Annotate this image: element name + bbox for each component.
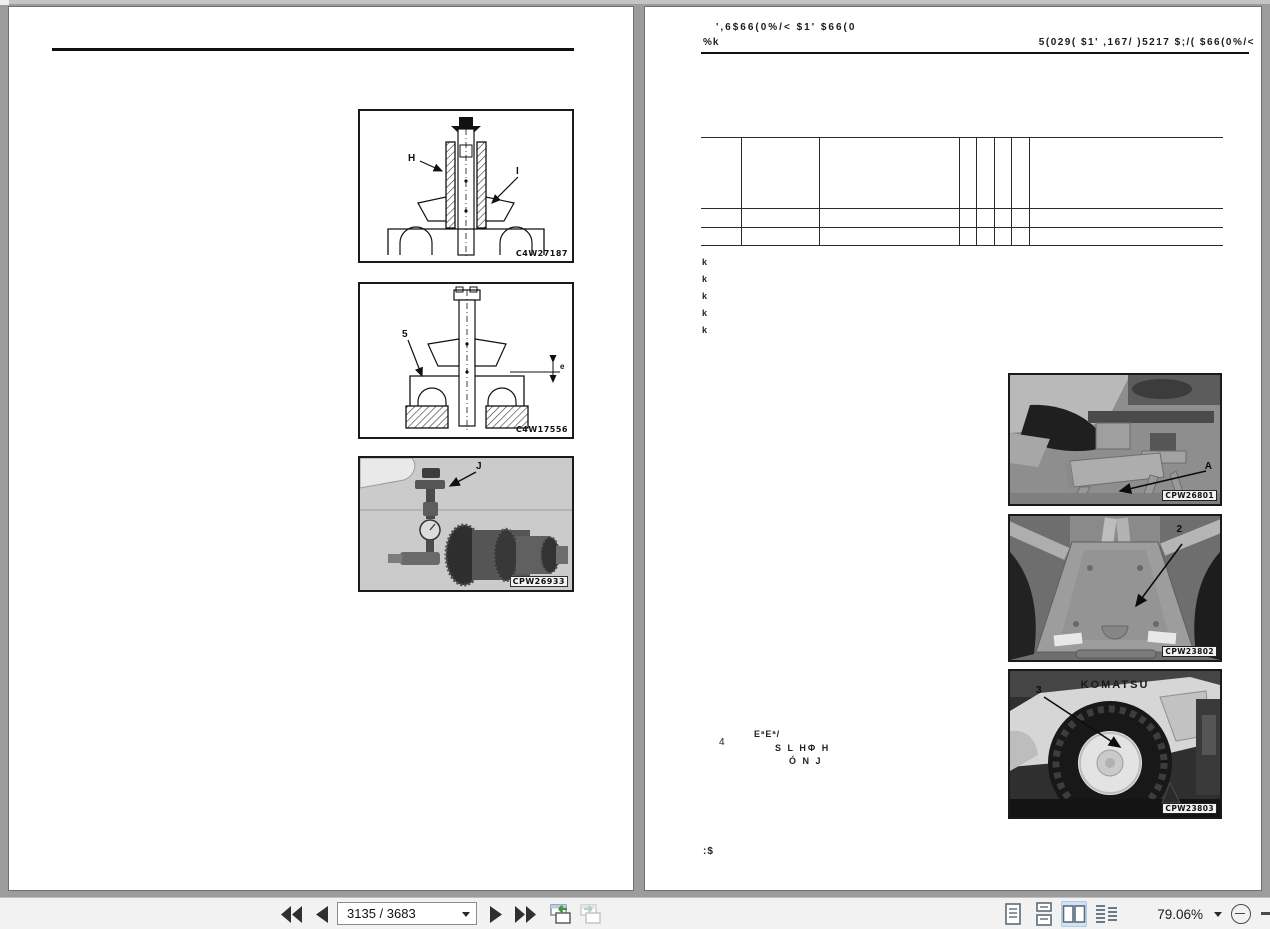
double-left-triangle-icon <box>281 905 302 923</box>
figure-clearance-diagram: 5 e C4W17556 <box>358 282 574 439</box>
previous-view-button[interactable] <box>547 898 573 929</box>
figure-label: 5 <box>402 329 408 340</box>
figure-code: C4W27187 <box>515 249 568 258</box>
figure-pressure-gauge-photo: J CPW26933 <box>358 456 574 592</box>
continuous-view-button[interactable] <box>1031 901 1057 927</box>
figure-label: J <box>476 461 482 472</box>
next-view-icon <box>580 904 601 924</box>
page-number-input[interactable] <box>338 903 465 924</box>
left-triangle-icon <box>316 905 328 923</box>
document-page-right: ',6$66(0%/< $1' $66(0 %k 5(029( $1' ,167… <box>644 6 1262 891</box>
page-header-section-title: 5(029( $1' ,167/ )5217 $;/( $66(0%/< <box>1038 37 1255 48</box>
top-strip <box>0 0 1270 4</box>
technical-drawing-icon <box>405 286 560 432</box>
photo-undercarriage <box>1010 375 1220 504</box>
footer-note: :$ <box>703 846 714 857</box>
pdf-viewer-canvas: H I C4W27187 5 e C4W17556 J CPW26933 ',6… <box>0 0 1270 929</box>
minus-icon <box>1235 912 1245 915</box>
photo-label: 3 <box>1036 685 1042 696</box>
photo-code: CPW23803 <box>1162 803 1217 814</box>
continuous-view-icon <box>1036 902 1052 926</box>
zoom-level-value[interactable]: 79.06% <box>1143 898 1203 929</box>
photo-front-wheel: KOMATSU 3 CPW23803 <box>1008 669 1222 825</box>
figure-code: C4W17556 <box>515 425 568 434</box>
figure-cylinder-press-diagram: H I C4W27187 <box>358 109 574 263</box>
bullet-item: k <box>702 274 708 284</box>
bullet-item: k <box>702 291 708 301</box>
photo-code: CPW23802 <box>1162 646 1217 657</box>
bullet-item: k <box>702 257 708 267</box>
photo-code: CPW26801 <box>1162 490 1217 501</box>
document-page-left: H I C4W27187 5 e C4W17556 J CPW26933 <box>8 6 634 891</box>
previous-view-icon <box>550 904 571 924</box>
two-page-view-button[interactable] <box>1061 901 1087 927</box>
next-view-button[interactable] <box>577 898 603 929</box>
right-triangle-icon <box>490 905 502 923</box>
page-header-left: %k <box>703 37 720 48</box>
zoom-slider-track[interactable] <box>1261 912 1270 915</box>
page-dropdown-caret-icon[interactable] <box>462 912 470 917</box>
step-text-line2: S L HΦ H <box>775 743 831 753</box>
step-text-line1: EªEª/ <box>754 729 781 739</box>
figure-label: I <box>516 166 519 177</box>
brand-text: KOMATSU <box>1080 679 1150 691</box>
photo-frame-deck: 2 CPW23802 <box>1004 514 1231 662</box>
two-page-view-icon <box>1062 905 1086 923</box>
single-page-view-icon <box>1005 903 1021 925</box>
photo-label: A <box>1204 461 1212 472</box>
top-corner <box>0 0 9 5</box>
viewer-toolbar: 79.06% <box>0 897 1270 929</box>
photo-label: 2 <box>1176 524 1182 535</box>
photo-gauge-assembly <box>360 458 572 590</box>
bullet-item: k <box>702 308 708 318</box>
previous-page-button[interactable] <box>312 898 332 929</box>
left-page-header-rule <box>52 48 574 51</box>
zoom-out-button[interactable] <box>1231 904 1251 924</box>
next-page-button[interactable] <box>486 898 506 929</box>
two-page-continuous-view-button[interactable] <box>1093 901 1119 927</box>
page-number-box <box>337 902 477 925</box>
technical-drawing-icon <box>387 117 545 257</box>
first-page-button[interactable] <box>279 898 305 929</box>
bullet-item: k <box>702 325 708 335</box>
step-text-line3: Ó N J <box>789 756 823 766</box>
figure-code: CPW26933 <box>509 576 568 587</box>
last-page-button[interactable] <box>513 898 539 929</box>
double-right-triangle-icon <box>515 905 536 923</box>
photo-axle-support: A CPW26801 <box>1008 373 1222 506</box>
two-page-continuous-view-icon <box>1096 905 1117 923</box>
step-number: 4 <box>719 737 725 748</box>
single-page-view-button[interactable] <box>1000 901 1026 927</box>
right-page-header-rule <box>701 52 1249 54</box>
zoom-dropdown-caret-icon[interactable] <box>1214 912 1222 917</box>
page-header-title: ',6$66(0%/< $1' $66(0 <box>716 22 857 33</box>
figure-label: e <box>560 362 565 371</box>
figure-label: H <box>408 153 416 164</box>
photo-machine-deck <box>1004 516 1231 660</box>
specification-table <box>701 137 1223 246</box>
